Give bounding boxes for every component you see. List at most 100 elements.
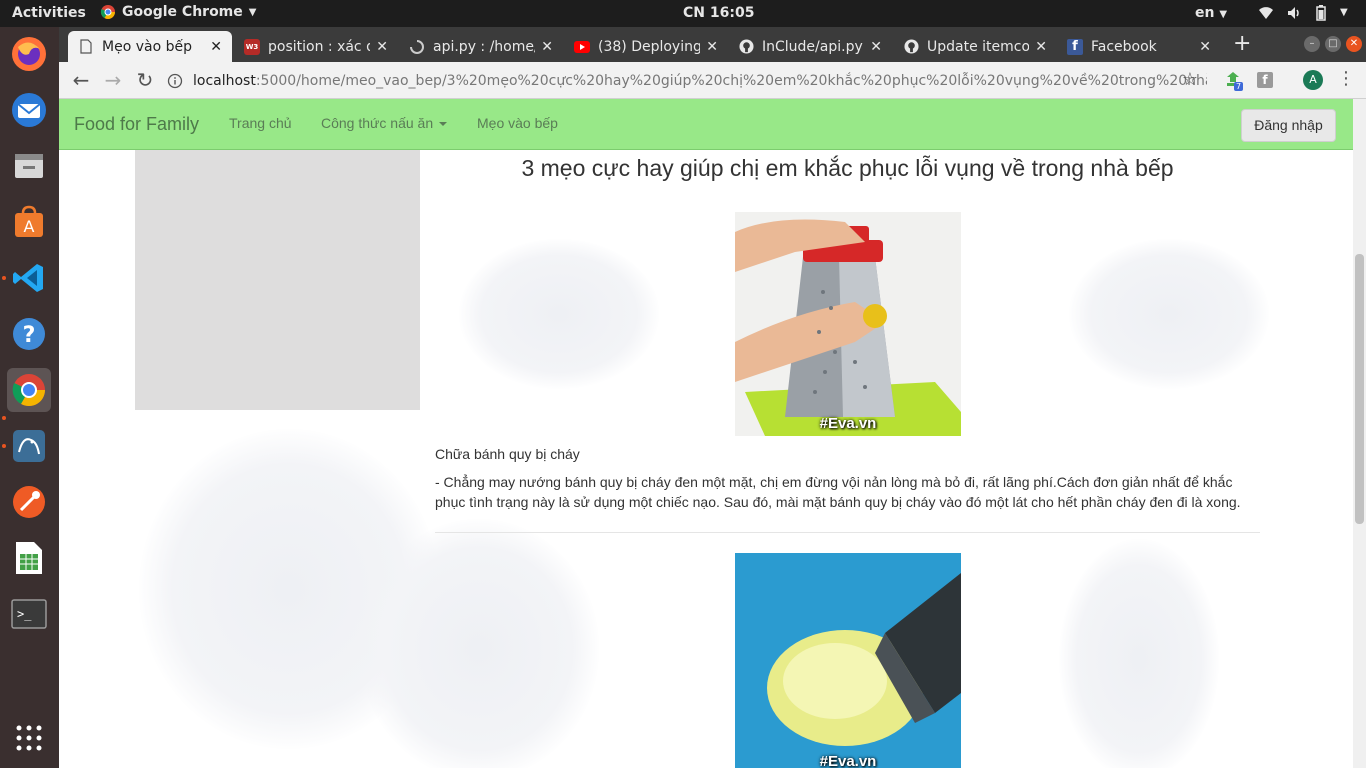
spreadsheet-icon[interactable] bbox=[7, 536, 51, 580]
tab-strip: Mẹo vào bếp ✕ W3 position : xác đ ✕ api.… bbox=[59, 27, 1366, 62]
battery-icon bbox=[1316, 5, 1326, 21]
system-top-bar: Activities Google Chrome ▼ CN 16:05 en ▼… bbox=[0, 0, 1366, 27]
image-watermark: #Eva.vn bbox=[819, 415, 877, 432]
chevron-down-icon: ▼ bbox=[248, 6, 257, 18]
tab-github-include[interactable]: InClude/api.py ✕ bbox=[728, 31, 892, 62]
close-icon[interactable]: ✕ bbox=[376, 39, 388, 55]
vscode-icon[interactable] bbox=[7, 256, 51, 300]
powder-image: #Eva.vn bbox=[735, 553, 961, 768]
nav-recipes-label: Công thức nấu ăn bbox=[321, 115, 434, 131]
github-icon bbox=[903, 39, 919, 55]
tab-title: InClude/api.py bbox=[762, 38, 863, 55]
site-navbar: Food for Family Trang chủ Công thức nấu … bbox=[59, 99, 1353, 150]
app-menu[interactable]: Google Chrome ▼ bbox=[100, 4, 256, 20]
files-icon[interactable] bbox=[7, 144, 51, 188]
tab-api-py[interactable]: api.py : /home/ ✕ bbox=[399, 31, 563, 62]
forward-button[interactable]: → bbox=[101, 69, 125, 93]
app-grid-icon[interactable] bbox=[7, 716, 51, 760]
new-tab-button[interactable]: + bbox=[1233, 31, 1251, 56]
running-indicator bbox=[2, 416, 6, 420]
chrome-small-icon bbox=[100, 5, 115, 19]
youtube-icon bbox=[574, 39, 590, 55]
section-divider bbox=[435, 532, 1260, 533]
tab-title: (38) Deploying bbox=[598, 38, 701, 55]
software-icon[interactable]: A bbox=[7, 200, 51, 244]
close-icon[interactable]: ✕ bbox=[210, 39, 222, 55]
login-button[interactable]: Đăng nhập bbox=[1241, 109, 1336, 142]
github-icon bbox=[738, 39, 754, 55]
terminal-icon[interactable]: >_ bbox=[7, 592, 51, 636]
scrollbar-thumb[interactable] bbox=[1355, 254, 1364, 524]
kebab-menu-icon[interactable]: ⋮ bbox=[1337, 68, 1355, 89]
minimize-button[interactable]: – bbox=[1304, 36, 1320, 52]
chevron-down-icon: ▼ bbox=[1219, 9, 1228, 20]
nav-home[interactable]: Trang chủ bbox=[229, 115, 292, 131]
dock: A ? >_ bbox=[0, 27, 59, 768]
info-icon bbox=[167, 73, 183, 88]
facebook-extension-icon[interactable]: f bbox=[1257, 72, 1273, 88]
thunderbird-icon[interactable] bbox=[7, 88, 51, 132]
tab-meo-vao-bep[interactable]: Mẹo vào bếp ✕ bbox=[68, 31, 232, 62]
close-icon[interactable]: ✕ bbox=[870, 39, 882, 55]
tab-facebook[interactable]: f Facebook ✕ bbox=[1057, 31, 1221, 62]
close-window-button[interactable]: ✕ bbox=[1346, 36, 1362, 52]
svg-text:A: A bbox=[24, 217, 35, 236]
nav-recipes-dropdown[interactable]: Công thức nấu ăn bbox=[321, 115, 448, 131]
close-icon[interactable]: ✕ bbox=[1035, 39, 1047, 55]
app-menu-label: Google Chrome bbox=[122, 4, 243, 20]
site-icon: W3 bbox=[244, 38, 260, 55]
system-tray[interactable]: ▼ bbox=[1258, 5, 1348, 21]
page-scrollbar[interactable] bbox=[1353, 99, 1366, 768]
nav-tips[interactable]: Mẹo vào bếp bbox=[477, 115, 558, 131]
url-host: localhost bbox=[193, 72, 256, 89]
maximize-button[interactable]: □ bbox=[1325, 36, 1341, 52]
reload-button[interactable]: ↻ bbox=[133, 69, 157, 93]
clock[interactable]: CN 16:05 bbox=[683, 5, 754, 21]
tab-position[interactable]: W3 position : xác đ ✕ bbox=[234, 31, 398, 62]
close-icon[interactable]: ✕ bbox=[541, 39, 553, 55]
extension-badge: 7 bbox=[1234, 82, 1244, 91]
tip-body: - Chẳng may nướng bánh quy bị cháy đen m… bbox=[435, 474, 1241, 510]
close-icon[interactable]: ✕ bbox=[706, 39, 718, 55]
tab-youtube[interactable]: (38) Deploying ✕ bbox=[564, 31, 728, 62]
image-watermark: #Eva.vn bbox=[819, 753, 877, 768]
help-icon[interactable]: ? bbox=[7, 312, 51, 356]
tab-title: Update itemco bbox=[927, 38, 1030, 55]
svg-text:>_: >_ bbox=[17, 607, 32, 621]
caret-down-icon bbox=[439, 122, 448, 127]
tab-title: position : xác đ bbox=[268, 38, 371, 55]
tab-github-update[interactable]: Update itemco ✕ bbox=[893, 31, 1057, 62]
leaf-watermark bbox=[1059, 539, 1219, 768]
extension-icon[interactable]: 7 bbox=[1224, 71, 1244, 93]
language-indicator[interactable]: en ▼ bbox=[1195, 5, 1227, 21]
running-indicator bbox=[2, 276, 6, 280]
firefox-icon[interactable] bbox=[7, 32, 51, 76]
web-page: Food for Family Trang chủ Công thức nấu … bbox=[59, 99, 1353, 768]
tab-title: api.py : /home/ bbox=[433, 38, 536, 55]
leaf-watermark bbox=[359, 519, 599, 768]
chevron-down-icon: ▼ bbox=[1340, 7, 1348, 18]
url-path: :5000/home/meo_vao_bep/3%20mẹo%20cực%20h… bbox=[255, 72, 1207, 89]
address-bar[interactable]: localhost:5000/home/meo_vao_bep/3%20mẹo%… bbox=[167, 66, 1207, 95]
sidebar-placeholder bbox=[135, 150, 420, 410]
site-brand[interactable]: Food for Family bbox=[74, 114, 199, 135]
article-title: 3 mẹo cực hay giúp chị em khắc phục lỗi … bbox=[521, 155, 1174, 181]
activities-button[interactable]: Activities bbox=[12, 5, 86, 21]
facebook-icon: f bbox=[1067, 38, 1083, 55]
postman-icon[interactable] bbox=[7, 480, 51, 524]
back-button[interactable]: ← bbox=[69, 69, 93, 93]
bookmark-star-icon[interactable]: ☆ bbox=[1178, 69, 1202, 93]
volume-icon bbox=[1288, 7, 1299, 19]
browser-toolbar: ← → ↻ localhost:5000/home/meo_vao_bep/3%… bbox=[59, 62, 1366, 99]
running-indicator bbox=[2, 444, 6, 448]
svg-text:?: ? bbox=[23, 323, 36, 348]
grater-image: #Eva.vn bbox=[735, 212, 961, 436]
loading-icon bbox=[409, 39, 425, 55]
tip-heading: Chữa bánh quy bị cháy bbox=[435, 446, 580, 462]
profile-avatar[interactable]: A bbox=[1303, 70, 1323, 90]
close-icon[interactable]: ✕ bbox=[1199, 39, 1211, 55]
leaf-watermark bbox=[1069, 239, 1269, 389]
wifi-icon bbox=[1259, 7, 1273, 19]
chrome-icon[interactable] bbox=[7, 368, 51, 412]
mysql-workbench-icon[interactable] bbox=[7, 424, 51, 468]
